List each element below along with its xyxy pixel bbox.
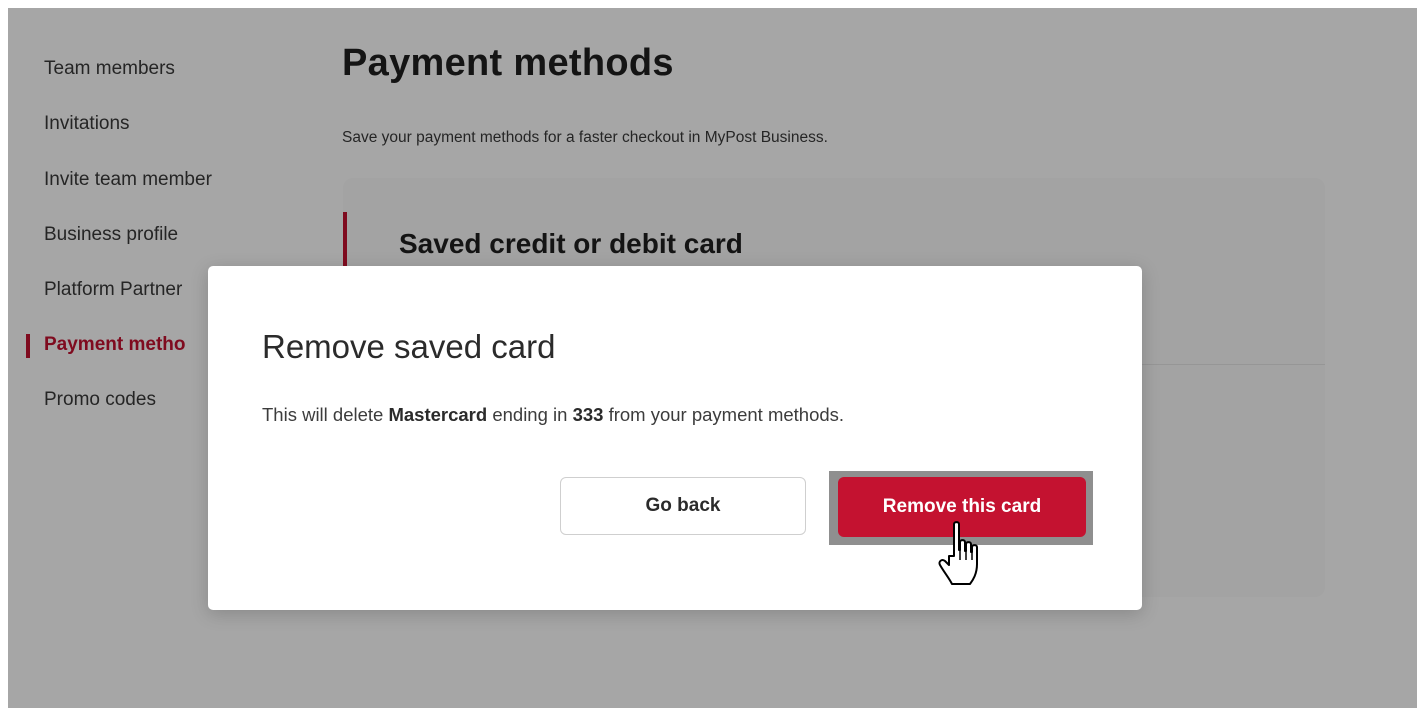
card-last-digits: 333: [572, 404, 604, 425]
message-prefix: This will delete: [262, 404, 389, 425]
hand-pointer-icon: [938, 521, 978, 585]
card-brand: Mastercard: [388, 404, 488, 425]
message-middle: ending in: [487, 404, 573, 425]
remove-card-dialog: Remove saved card This will delete Maste…: [208, 266, 1142, 610]
message-suffix: from your payment methods.: [603, 404, 845, 425]
left-margin-strip: [0, 0, 8, 708]
go-back-button[interactable]: Go back: [560, 477, 806, 535]
dialog-title: Remove saved card: [262, 328, 556, 365]
top-margin-strip: [0, 0, 1417, 8]
dialog-message: This will delete Mastercard ending in 33…: [262, 404, 844, 426]
